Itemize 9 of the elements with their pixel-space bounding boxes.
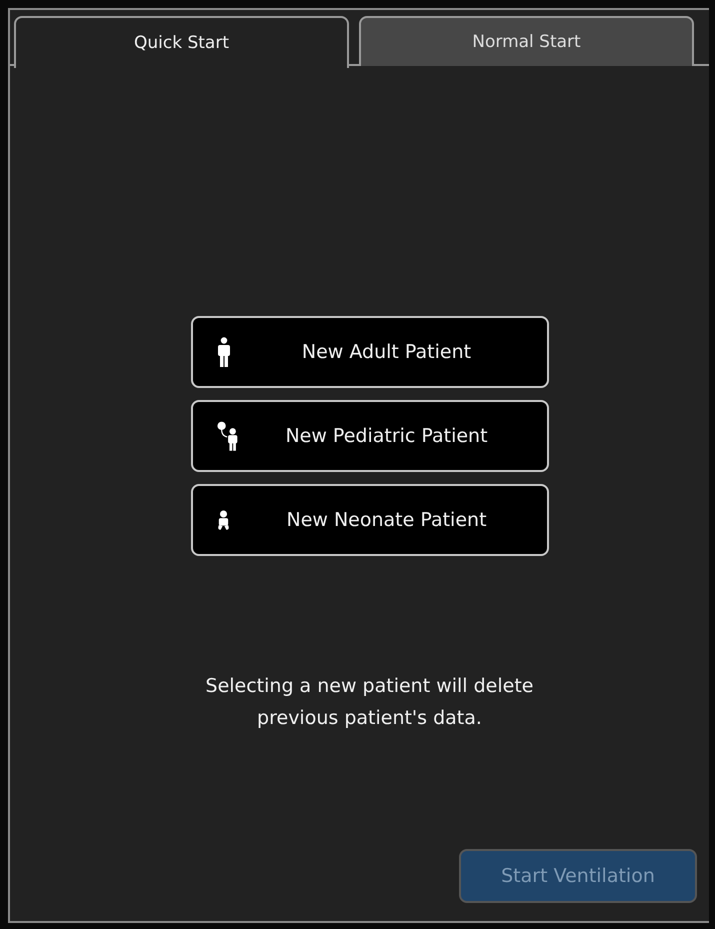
warning-message: Selecting a new patient will delete previous patient's data.: [204, 674, 534, 731]
new-patient-button[interactable]: New Neonate Patient: [190, 484, 548, 556]
new-patient-button[interactable]: New Adult Patient: [190, 316, 548, 388]
baby-icon: [216, 510, 230, 530]
new-patient-button[interactable]: New Pediatric Patient: [190, 400, 548, 472]
person-icon: [216, 337, 230, 367]
tab[interactable]: Normal Start: [359, 16, 694, 66]
child-with-balloon-icon: [216, 421, 240, 451]
tab[interactable]: Quick Start: [14, 16, 349, 68]
